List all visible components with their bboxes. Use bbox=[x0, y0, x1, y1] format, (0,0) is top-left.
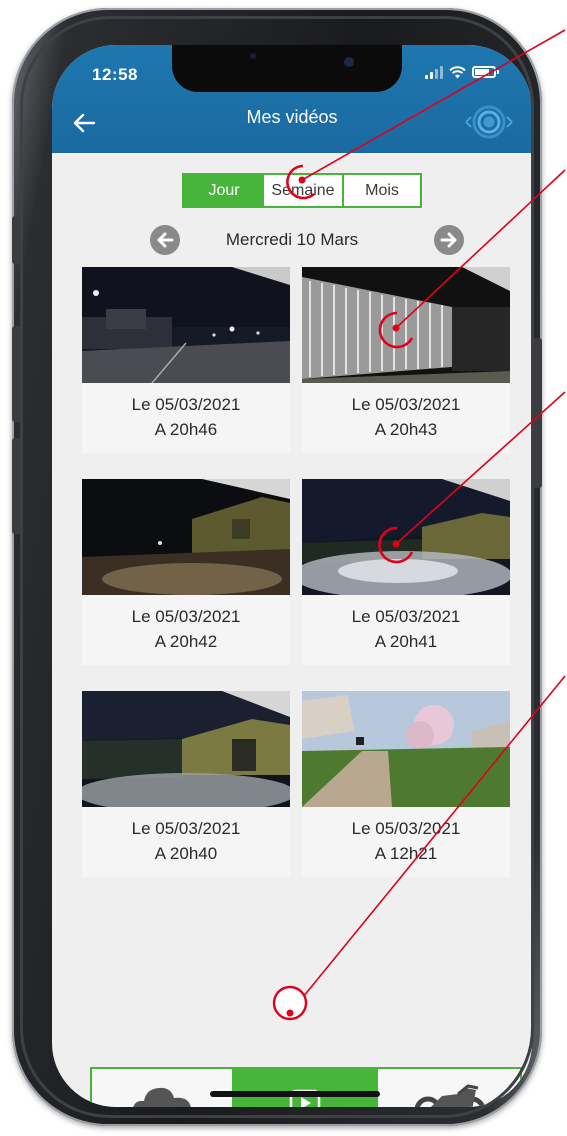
wifi-icon bbox=[449, 65, 466, 78]
motorcycle-icon bbox=[414, 1084, 486, 1107]
tab-semaine[interactable]: Semaine bbox=[264, 175, 344, 206]
tab-mois[interactable]: Mois bbox=[344, 175, 420, 206]
back-button[interactable] bbox=[68, 107, 100, 139]
status-time: 12:58 bbox=[92, 65, 138, 84]
video-date: Le 05/03/2021 bbox=[131, 819, 241, 838]
power-button bbox=[534, 338, 542, 488]
video-card[interactable]: Le 05/03/2021 A 20h41 bbox=[302, 479, 510, 665]
app-screen: 12:58 Mes vidéos Jour Semaine Mois Mercr… bbox=[52, 45, 532, 1107]
mute-switch bbox=[12, 216, 20, 264]
period-tabs: Jour Semaine Mois bbox=[182, 173, 422, 208]
video-date: Le 05/03/2021 bbox=[351, 819, 461, 838]
next-date-button[interactable] bbox=[434, 225, 464, 255]
date-label: Mercredi 10 Mars bbox=[225, 230, 359, 249]
volume-down-button bbox=[12, 438, 20, 534]
video-time: A 12h21 bbox=[374, 844, 438, 863]
video-time: A 20h42 bbox=[154, 632, 218, 651]
video-time: A 20h46 bbox=[154, 420, 218, 439]
video-date: Le 05/03/2021 bbox=[351, 607, 461, 626]
video-card[interactable]: Le 05/03/2021 A 20h46 bbox=[82, 267, 290, 453]
battery-icon bbox=[472, 66, 499, 78]
video-time: A 20h41 bbox=[374, 632, 438, 651]
notch bbox=[172, 45, 402, 92]
app-header: 12:58 Mes vidéos bbox=[52, 45, 532, 153]
arrow-right-circle-icon bbox=[440, 232, 457, 248]
video-thumbnail[interactable] bbox=[302, 479, 510, 595]
video-time: A 20h40 bbox=[154, 844, 218, 863]
cloud-icon bbox=[133, 1087, 191, 1107]
home-indicator bbox=[210, 1091, 380, 1097]
arrow-left-icon bbox=[73, 113, 96, 133]
nav-cloud[interactable] bbox=[92, 1069, 232, 1107]
date-navigation: Mercredi 10 Mars bbox=[52, 225, 532, 255]
eye-radar-logo-icon bbox=[465, 105, 513, 139]
volume-up-button bbox=[12, 326, 20, 422]
tab-jour[interactable]: Jour bbox=[184, 175, 264, 206]
previous-date-button[interactable] bbox=[150, 225, 180, 255]
video-date: Le 05/03/2021 bbox=[131, 395, 241, 414]
video-thumbnail[interactable] bbox=[82, 267, 290, 383]
arrow-left-circle-icon bbox=[157, 232, 174, 248]
video-card[interactable]: Le 05/03/2021 A 20h43 bbox=[302, 267, 510, 453]
bottom-navigation bbox=[90, 1067, 522, 1107]
signal-icon bbox=[425, 65, 443, 79]
video-thumbnail[interactable] bbox=[302, 691, 510, 807]
video-thumbnail[interactable] bbox=[302, 267, 510, 383]
videos-icon bbox=[289, 1089, 321, 1107]
status-icons bbox=[425, 65, 499, 79]
video-thumbnail[interactable] bbox=[82, 691, 290, 807]
video-thumbnail[interactable] bbox=[82, 479, 290, 595]
page-title: Mes vidéos bbox=[246, 107, 338, 127]
video-card[interactable]: Le 05/03/2021 A 12h21 bbox=[302, 691, 510, 877]
front-camera bbox=[344, 57, 354, 67]
nav-motorcycle[interactable] bbox=[378, 1069, 522, 1107]
phone-frame: 12:58 Mes vidéos Jour Semaine Mois Mercr… bbox=[12, 8, 542, 1126]
video-card[interactable]: Le 05/03/2021 A 20h40 bbox=[82, 691, 290, 877]
video-date: Le 05/03/2021 bbox=[351, 395, 461, 414]
video-time: A 20h43 bbox=[374, 420, 438, 439]
speaker bbox=[250, 53, 256, 59]
video-card[interactable]: Le 05/03/2021 A 20h42 bbox=[82, 479, 290, 665]
video-date: Le 05/03/2021 bbox=[131, 607, 241, 626]
nav-videos[interactable] bbox=[232, 1069, 378, 1107]
